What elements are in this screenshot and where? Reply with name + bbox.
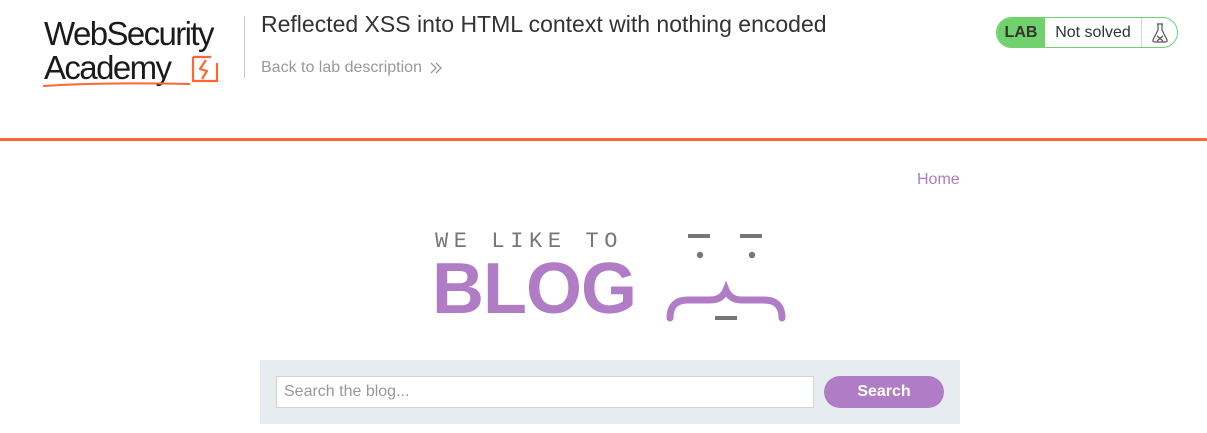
nav-home-link[interactable]: Home [917, 171, 960, 189]
lab-status-widget: LAB Not solved [996, 17, 1178, 48]
banner-title: BLOG [432, 249, 637, 329]
back-to-description-link[interactable]: Back to lab description [261, 59, 442, 77]
curly-brace-face-icon [666, 234, 786, 322]
lightning-badge-icon [191, 55, 219, 83]
academy-logo[interactable]: WebSecurity Academy [42, 14, 242, 89]
search-input[interactable] [276, 376, 814, 408]
lab-tag: LAB [997, 18, 1045, 47]
logo-text-line1: WebSecurity [44, 15, 214, 52]
back-link-label: Back to lab description [261, 59, 422, 76]
flask-icon [1142, 18, 1177, 47]
blog-banner: WE LIKE TO BLOG [430, 224, 790, 328]
search-panel: Search [260, 360, 960, 424]
search-button[interactable]: Search [824, 376, 944, 408]
academy-header: WebSecurity Academy Reflected XSS into H… [0, 0, 1207, 141]
lab-title: Reflected XSS into HTML context with not… [261, 11, 827, 37]
logo-underline [42, 82, 191, 87]
lab-status-text: Not solved [1045, 18, 1142, 47]
double-chevron-right-icon [430, 62, 442, 74]
header-divider [244, 16, 245, 78]
